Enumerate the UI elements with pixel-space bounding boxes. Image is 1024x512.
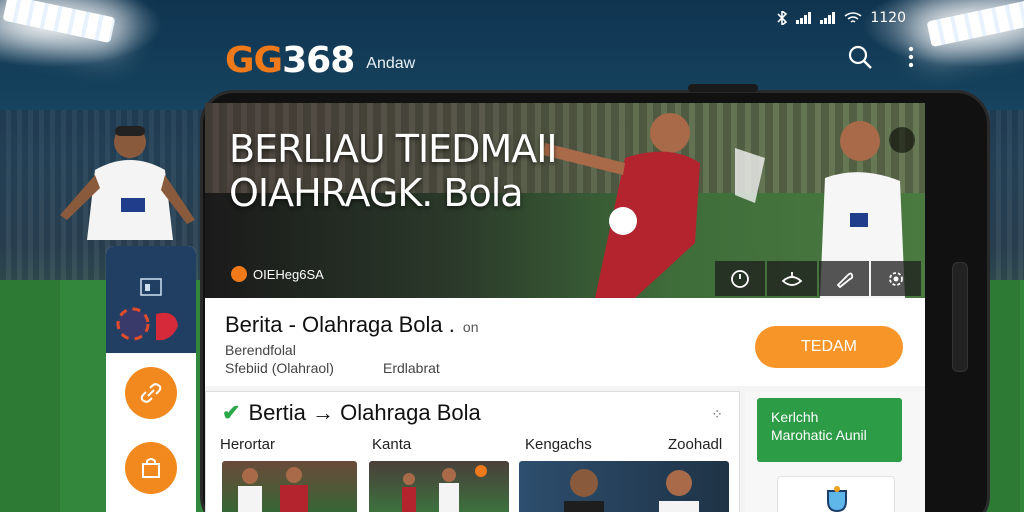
hero-tool-ball[interactable]: [767, 261, 817, 296]
right-panel: Kerlchh Marohatic Aunil: [745, 391, 925, 512]
ball-icon: [781, 271, 803, 286]
settings-icon: [889, 271, 903, 286]
news-column-label[interactable]: Kanta: [372, 436, 411, 453]
search-icon[interactable]: [847, 44, 873, 70]
article-title-text: Berita - Olahraga Bola .: [225, 312, 455, 337]
news-card: ✔ Bertia → Olahraga Bola ⁘ Herortar Kant…: [205, 391, 740, 512]
hero-banner[interactable]: BERLIAU TIEDMAII OIAHRAGK. Bola OIEHeg6S…: [205, 103, 925, 298]
signal-icon: [820, 12, 836, 24]
signal-icon: [796, 12, 812, 24]
promo-line1: Kerlchh: [771, 409, 819, 425]
phone-side-button: [952, 262, 968, 372]
logo-number: 368: [282, 39, 355, 81]
article-meta-category: Sfebiid (Olahraol): [225, 360, 334, 376]
whistle-icon: [836, 272, 854, 288]
floodlight-left: [2, 0, 116, 44]
news-card-title: Bertia → Olahraga Bola: [248, 400, 481, 425]
news-column-label[interactable]: Herortar: [220, 436, 275, 453]
hero-title-line2: OIAHRAGK. Bola: [229, 171, 524, 215]
article-title: Berita - Olahraga Bola . on: [225, 312, 478, 338]
chart-board-icon: [140, 278, 162, 296]
player-illustration-left: [60, 126, 195, 240]
check-icon: ✔: [222, 400, 241, 425]
ball-glove-icon: [116, 307, 178, 341]
article-title-suffix: on: [462, 319, 479, 335]
left-side-panel: [106, 246, 196, 512]
article-info: Berita - Olahraga Bola . on Berendfolal S…: [205, 298, 925, 386]
status-time: 1120: [870, 10, 906, 26]
floodlight-right: [926, 0, 1024, 48]
article-meta-extra: Erdlabrat: [383, 360, 440, 376]
clock-icon: [731, 269, 749, 288]
hero-tool-clock[interactable]: [715, 261, 765, 296]
status-bar: 1120: [776, 10, 906, 26]
trophy-icon: [827, 486, 847, 512]
news-thumbnail[interactable]: [369, 461, 509, 512]
team-button[interactable]: TEDAM: [755, 326, 903, 368]
logo-gg: GG: [225, 39, 283, 81]
hero-corner-button[interactable]: [889, 127, 915, 153]
news-column-label[interactable]: Zoohadl: [668, 436, 722, 453]
news-card-header: ✔ Bertia → Olahraga Bola: [222, 400, 481, 426]
left-panel-header: [106, 246, 196, 353]
hero-title: BERLIAU TIEDMAII OIAHRAGK. Bola: [229, 127, 558, 215]
article-subtitle: Berendfolal: [225, 342, 296, 358]
trophy-card[interactable]: [777, 476, 895, 512]
drag-handle-icon[interactable]: ⁘: [711, 406, 723, 423]
app-header: GG368 Andaw: [225, 32, 925, 88]
hero-brand: OIEHeg6SA: [231, 266, 324, 282]
hero-title-line1: BERLIAU TIEDMAII: [229, 127, 558, 171]
bag-icon: [142, 458, 160, 478]
phone-screen: BERLIAU TIEDMAII OIAHRAGK. Bola OIEHeg6S…: [205, 103, 925, 512]
brand-icon: [231, 266, 247, 282]
phone-notch: [688, 84, 758, 92]
news-column-label[interactable]: Kengachs: [525, 436, 592, 453]
bluetooth-icon: [777, 11, 788, 25]
wifi-icon: [844, 12, 862, 23]
bag-button[interactable]: [125, 442, 177, 494]
app-logo[interactable]: GG368: [225, 39, 355, 81]
more-vert-icon[interactable]: [907, 45, 915, 69]
promo-line2: Marohatic Aunil: [771, 427, 867, 443]
hero-tool-settings[interactable]: [871, 261, 921, 296]
hero-brand-text: OIEHeg6SA: [253, 266, 324, 282]
hero-toolbar: [715, 261, 921, 296]
hero-tool-whistle[interactable]: [819, 261, 869, 296]
link-icon: [140, 383, 162, 403]
news-thumbnail[interactable]: [222, 461, 357, 512]
link-button[interactable]: [125, 367, 177, 419]
promo-card[interactable]: Kerlchh Marohatic Aunil: [757, 398, 902, 462]
app-subtitle: Andaw: [366, 55, 416, 72]
news-thumbnail[interactable]: [519, 461, 729, 512]
